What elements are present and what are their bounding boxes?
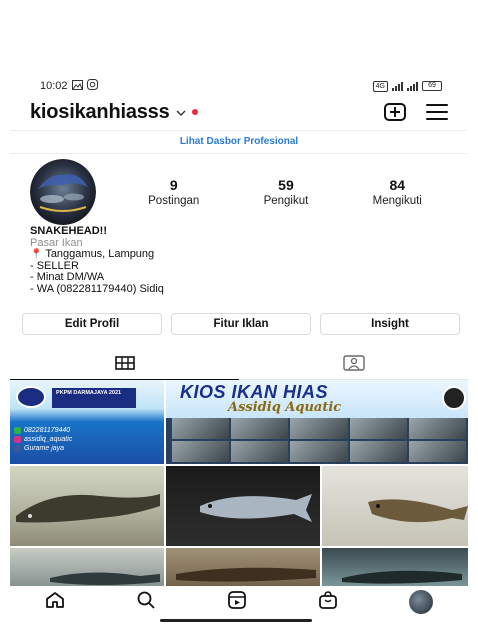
menu-icon[interactable] [426, 104, 448, 120]
home-icon[interactable] [45, 591, 65, 614]
profile-header: kiosikanhiasss [30, 98, 448, 126]
insight-button[interactable]: Insight [320, 313, 460, 335]
profile-bio: SNAKEHEAD!! Pasar Ikan 📍 Tanggamus, Lamp… [30, 225, 448, 296]
profile-avatar-nav-icon[interactable] [408, 590, 433, 614]
status-time: 10:02 [40, 80, 68, 92]
shop-icon[interactable] [318, 590, 338, 615]
post-thumbnail[interactable] [322, 548, 468, 586]
post-thumbnail[interactable] [10, 466, 164, 546]
bio-location: 📍 Tanggamus, Lampung [30, 248, 155, 261]
followers-count[interactable]: 59 Pengikut [264, 177, 309, 207]
chevron-down-icon [176, 105, 186, 119]
status-bar: 10:02 4G 69 [40, 78, 442, 94]
search-icon[interactable] [136, 590, 156, 615]
post-subtitle: Assidiq Aquatic [228, 400, 342, 415]
profile-avatar[interactable] [30, 159, 96, 225]
university-logo-icon [16, 386, 46, 408]
profile-summary: 9 Postingan 59 Pengikut 84 Mengikuti [30, 159, 454, 225]
bio-line: - WA (082281179440) Sidiq [30, 282, 164, 295]
profile-tabs [10, 352, 468, 380]
system-home-indicator[interactable] [160, 619, 312, 622]
signal-2-icon [407, 81, 418, 91]
post-contacts: 082281179440 assidiq_aquatic Gurame jaya [14, 426, 72, 453]
volte-icon: 4G [372, 80, 388, 92]
posts-count[interactable]: 9 Postingan [148, 177, 199, 207]
facebook-icon [14, 444, 21, 452]
post-grid: PKPM DARMAJAYA 2021 082281179440 assidiq… [10, 380, 468, 586]
reels-icon[interactable] [227, 590, 247, 615]
username: kiosikanhiasss [30, 100, 170, 123]
shop-logo-icon [442, 386, 466, 410]
post-thumbnail[interactable] [322, 466, 468, 546]
edit-profile-button[interactable]: Edit Profil [22, 313, 162, 335]
tagged-person-icon [342, 355, 365, 376]
post-thumbnail[interactable]: PKPM DARMAJAYA 2021 082281179440 assidiq… [10, 380, 164, 464]
notification-dot [191, 109, 198, 115]
post-thumbnail[interactable]: KIOS IKAN HIAS Assidiq Aquatic [166, 380, 468, 464]
display-name: SNAKEHEAD!! [30, 225, 107, 237]
battery-icon: 69 [422, 81, 442, 91]
professional-dashboard-link[interactable]: Lihat Dasbor Profesional [10, 130, 468, 154]
post-thumbnail[interactable] [166, 466, 320, 546]
grid-icon [114, 356, 135, 375]
account-switcher[interactable]: kiosikanhiasss [30, 101, 198, 124]
tab-tagged[interactable] [239, 352, 468, 380]
create-post-icon[interactable] [384, 103, 406, 121]
location-pin-icon: 📍 [30, 249, 43, 261]
following-count[interactable]: 84 Mengikuti [373, 177, 422, 207]
post-thumbnail[interactable] [166, 548, 320, 586]
instagram-icon [14, 435, 21, 443]
whatsapp-icon [14, 426, 21, 434]
ad-tools-button[interactable]: Fitur Iklan [171, 313, 311, 335]
bottom-navigation [10, 588, 468, 616]
gallery-notification-icon [71, 79, 83, 93]
profile-actions: Edit Profil Fitur Iklan Insight [22, 313, 460, 335]
signal-icon [392, 81, 403, 91]
tab-posts-grid[interactable] [10, 352, 239, 380]
instagram-notification-icon [86, 79, 98, 93]
post-banner: PKPM DARMAJAYA 2021 [52, 388, 136, 408]
post-thumbnail[interactable] [10, 548, 164, 586]
